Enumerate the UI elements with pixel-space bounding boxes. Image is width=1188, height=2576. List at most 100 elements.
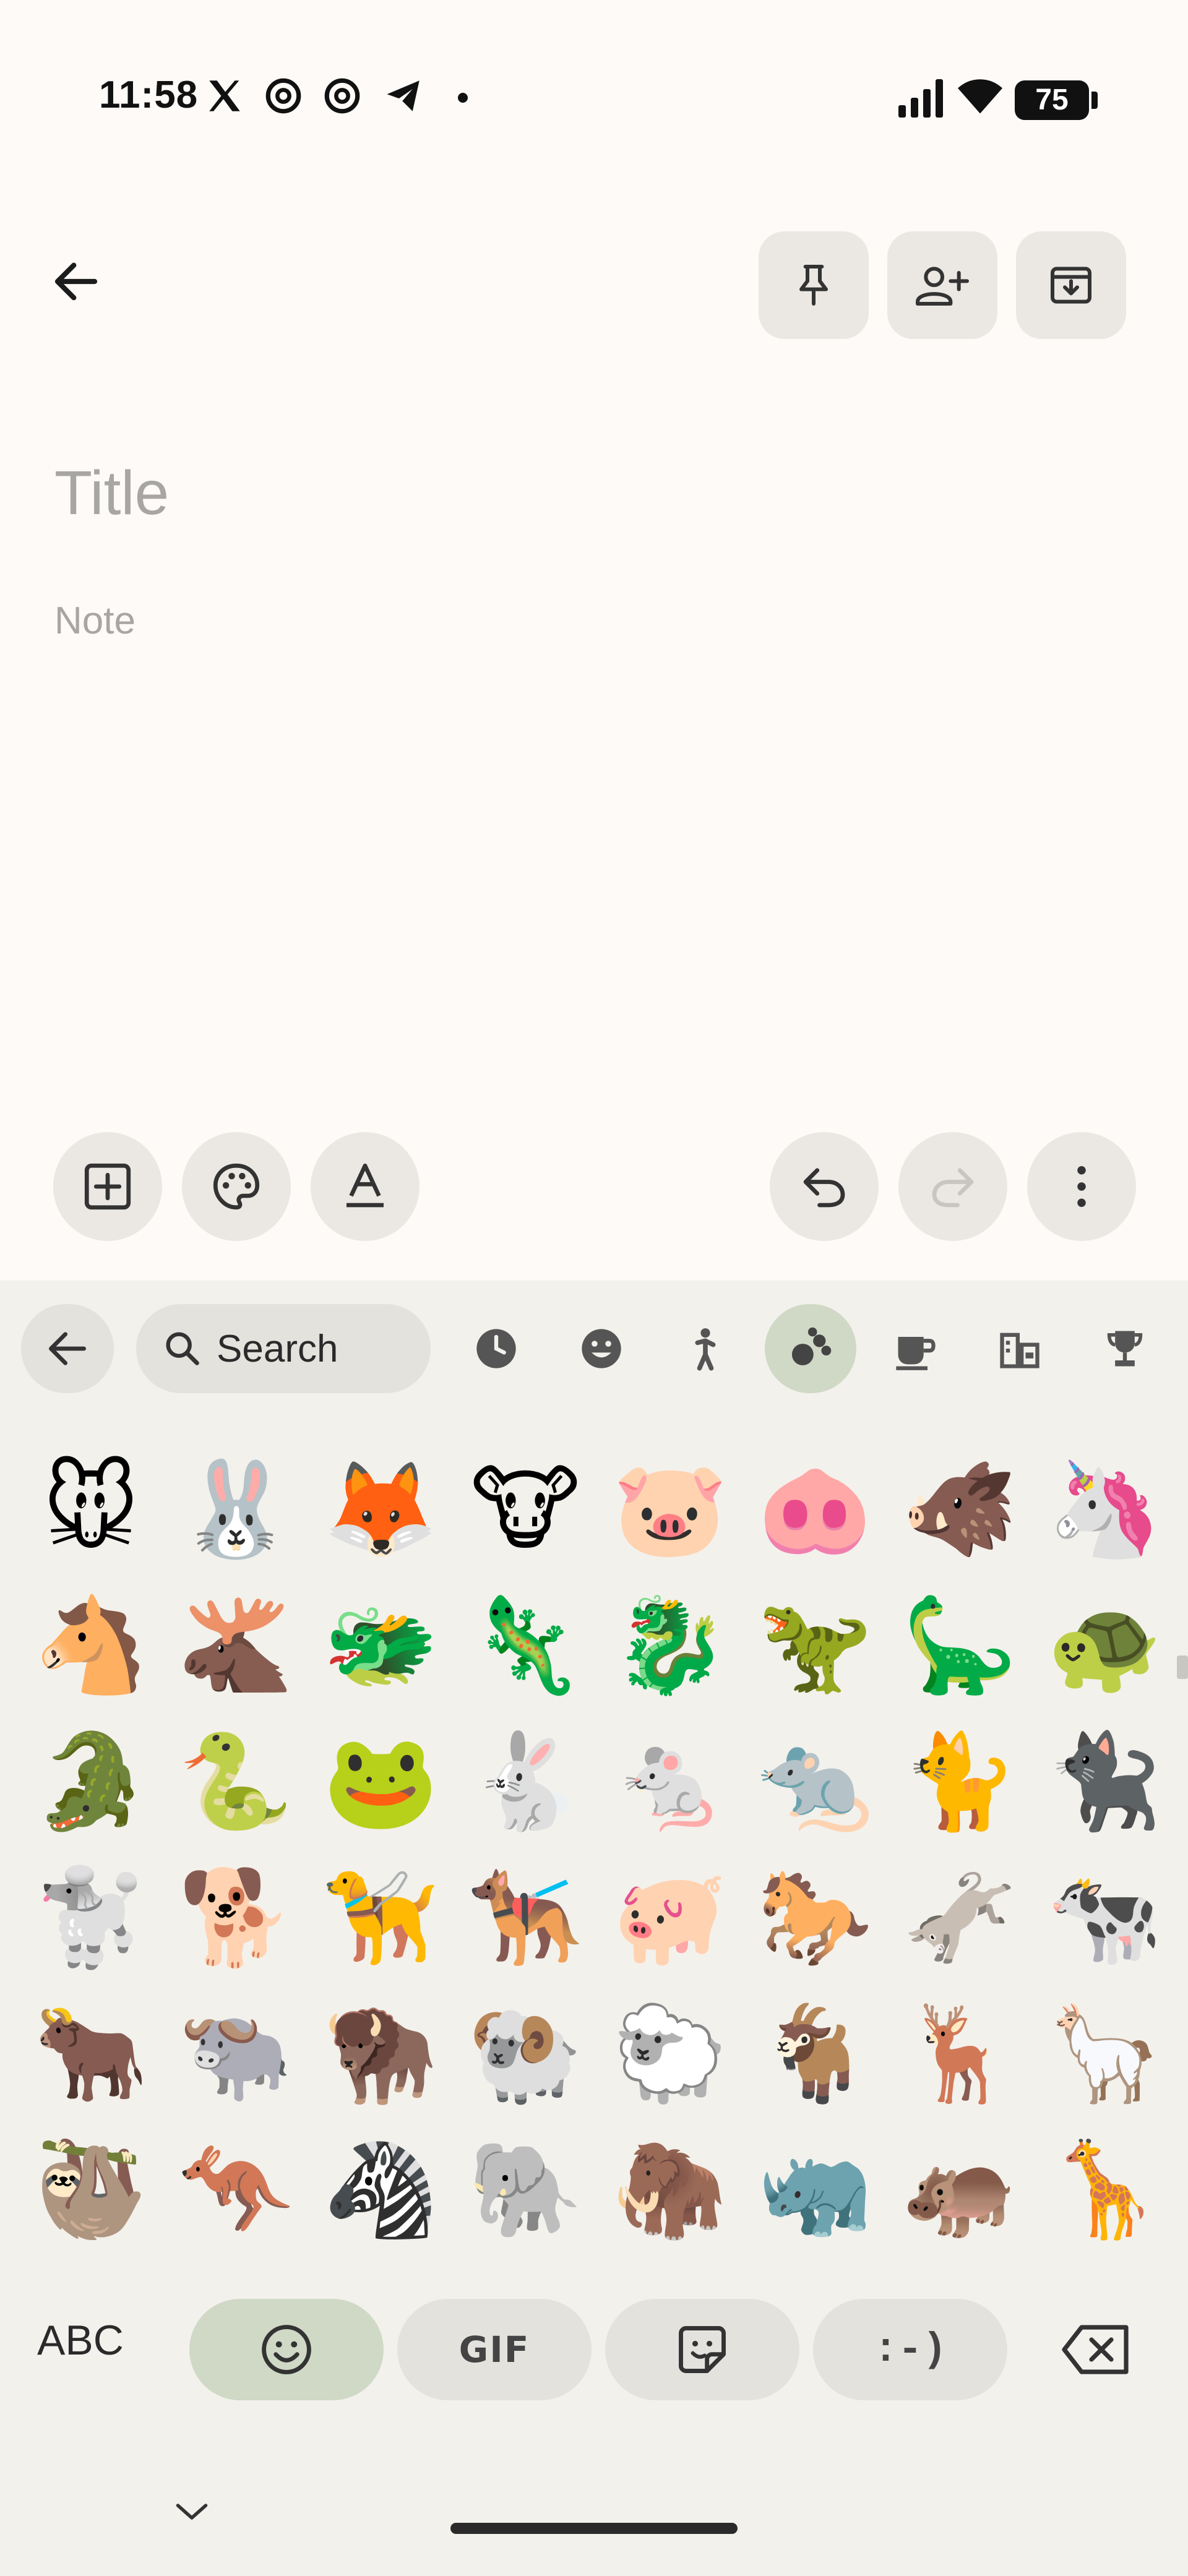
pin-button[interactable]: [759, 231, 869, 339]
emoji-key[interactable]: 🦕: [887, 1578, 1032, 1714]
emoji-key[interactable]: 🐑: [598, 1986, 742, 2122]
emoji-key[interactable]: 🐕: [163, 1850, 308, 1986]
emoji-search-bar[interactable]: Search: [136, 1304, 431, 1393]
hide-keyboard-button[interactable]: [173, 2499, 210, 2524]
emoji-key[interactable]: 🦄: [1032, 1441, 1169, 1578]
emoji-key[interactable]: 🐇: [453, 1714, 598, 1850]
back-arrow-icon: [54, 262, 98, 301]
emoji-key[interactable]: 🦌: [887, 1986, 1032, 2122]
category-animals-nature[interactable]: [780, 1318, 842, 1380]
wifi-icon: [955, 73, 1005, 120]
gif-tab[interactable]: GIF: [397, 2299, 592, 2400]
emoji-key[interactable]: 🦙: [1032, 1986, 1169, 2122]
emoji-key[interactable]: 🐲: [308, 1578, 453, 1714]
emoji-key[interactable]: 🦏: [742, 2122, 887, 2258]
emoji-key[interactable]: 🐽: [742, 1441, 887, 1578]
emoji-key[interactable]: 🐏: [453, 1986, 598, 2122]
category-people[interactable]: [674, 1318, 736, 1380]
emoji-key[interactable]: 🐮: [453, 1441, 598, 1578]
more-options-button[interactable]: [1027, 1132, 1136, 1241]
emoticon-label: :-): [873, 2326, 947, 2373]
smileys-icon: [582, 1329, 621, 1368]
undo-icon: [803, 1168, 845, 1208]
x-icon: [204, 75, 245, 124]
emoji-key[interactable]: 🦖: [742, 1578, 887, 1714]
emoji-grid: 🐭 🐰 🦊 🐮 🐷 🐽 🐗 🦄 🐴 🫎 🐲 🦎 🐉 🦖 🦕 🐢 🐊 🐍 🐸 🐇 🐁 🐀 🐈 🐈‍⬛ 🐩 🐕 🦮 🐕‍🦺 🐖 🐎 🫏 🐄 🐂 🐃 🦬 🐏…: [19, 1441, 1169, 2264]
threads-icon: [263, 75, 304, 124]
emoji-key[interactable]: 🐘: [453, 2122, 598, 2258]
emoji-key[interactable]: 🐢: [1032, 1578, 1169, 1714]
emoji-key[interactable]: 🐂: [19, 1986, 163, 2122]
text-format-button[interactable]: [311, 1132, 420, 1241]
emoji-key[interactable]: 🦊: [308, 1441, 453, 1578]
emoji-key[interactable]: 🦮: [308, 1850, 453, 1986]
category-recent[interactable]: [465, 1318, 527, 1380]
emoji-key[interactable]: 🫎: [163, 1578, 308, 1714]
emoji-key[interactable]: 🐊: [19, 1714, 163, 1850]
emoji-key[interactable]: 🦒: [1032, 2122, 1169, 2258]
add-collaborator-button[interactable]: [887, 231, 997, 339]
palette-button[interactable]: [182, 1132, 291, 1241]
archive-icon: [1051, 267, 1091, 304]
emoji-key[interactable]: 🐀: [742, 1714, 887, 1850]
note-field[interactable]: Note: [54, 599, 136, 643]
home-indicator[interactable]: [450, 2523, 738, 2534]
emoji-key[interactable]: 🐭: [19, 1441, 163, 1578]
emoji-key[interactable]: 🐄: [1032, 1850, 1169, 1986]
emoji-key[interactable]: 🐴: [19, 1578, 163, 1714]
emoji-key[interactable]: 🐗: [887, 1441, 1032, 1578]
category-activities[interactable]: [1094, 1318, 1156, 1380]
undo-button[interactable]: [770, 1132, 879, 1241]
add-box-button[interactable]: [53, 1132, 162, 1241]
emoji-key[interactable]: 🦥: [19, 2122, 163, 2258]
back-arrow-icon: [49, 1332, 87, 1365]
threads-icon: [322, 75, 363, 124]
search-icon: [166, 1332, 199, 1365]
category-food-drink[interactable]: [885, 1318, 947, 1380]
emoji-key[interactable]: 🫏: [887, 1850, 1032, 1986]
status-bar: 11:58 75: [0, 0, 1188, 204]
redo-button[interactable]: [898, 1132, 1007, 1241]
emoji-key[interactable]: 🐰: [163, 1441, 308, 1578]
abc-key[interactable]: ABC: [37, 2316, 124, 2364]
gif-label: GIF: [458, 2329, 530, 2371]
emoji-key[interactable]: 🐩: [19, 1850, 163, 1986]
emoji-key[interactable]: 🐉: [598, 1578, 742, 1714]
back-button[interactable]: [48, 254, 104, 309]
emoji-key[interactable]: 🦓: [308, 2122, 453, 2258]
emoji-key[interactable]: 🦬: [308, 1986, 453, 2122]
keyboard-back-button[interactable]: [21, 1304, 114, 1393]
backspace-icon: [1062, 2325, 1129, 2374]
sticker-tab[interactable]: [605, 2299, 799, 2400]
scrollbar-thumb[interactable]: [1177, 1655, 1188, 1679]
signal-icon: [897, 77, 947, 121]
emoji-key[interactable]: 🐈‍⬛: [1032, 1714, 1169, 1850]
emoji-key[interactable]: 🐖: [598, 1850, 742, 1986]
backspace-key[interactable]: [1059, 2319, 1134, 2381]
title-field[interactable]: Title: [54, 458, 169, 529]
telegram-icon: [382, 75, 426, 124]
emoji-key[interactable]: 🐃: [163, 1986, 308, 2122]
category-smileys[interactable]: [570, 1318, 632, 1380]
emoji-key[interactable]: 🦎: [453, 1578, 598, 1714]
emoji-key[interactable]: 🐸: [308, 1714, 453, 1850]
emoji-key[interactable]: 🐕‍🦺: [453, 1850, 598, 1986]
emoji-key[interactable]: 🐐: [742, 1986, 887, 2122]
emoji-key[interactable]: 🐁: [598, 1714, 742, 1850]
emoji-key[interactable]: 🦛: [887, 2122, 1032, 2258]
animals-nature-icon: [791, 1327, 832, 1365]
more-vert-icon: [1077, 1166, 1086, 1207]
emoji-key[interactable]: 🐍: [163, 1714, 308, 1850]
category-travel-places[interactable]: [989, 1318, 1051, 1380]
add-collaborator-icon: [916, 267, 969, 306]
emoji-tab[interactable]: [189, 2299, 384, 2400]
emoticon-tab[interactable]: :-): [813, 2299, 1007, 2400]
emoji-key[interactable]: 🐷: [598, 1441, 742, 1578]
dot-icon: [458, 93, 468, 103]
travel-places-icon: [1000, 1333, 1040, 1368]
emoji-key[interactable]: 🦘: [163, 2122, 308, 2258]
archive-button[interactable]: [1016, 231, 1126, 339]
emoji-key[interactable]: 🦣: [598, 2122, 742, 2258]
emoji-key[interactable]: 🐎: [742, 1850, 887, 1986]
emoji-key[interactable]: 🐈: [887, 1714, 1032, 1850]
